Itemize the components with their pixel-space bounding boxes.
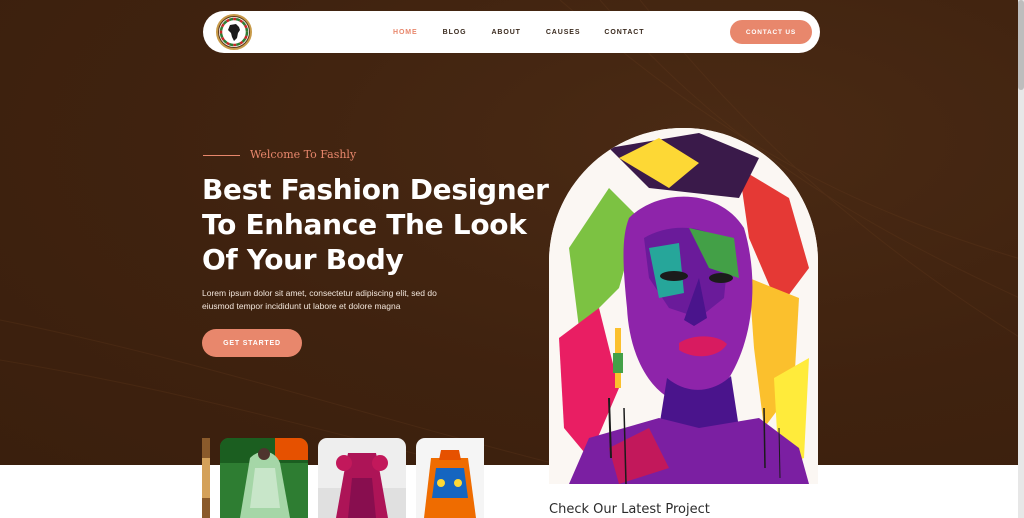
- headline-line: Best Fashion Designer: [202, 173, 549, 206]
- headline-line: To Enhance The Look: [202, 208, 527, 241]
- eyebrow-divider: [203, 155, 240, 156]
- hero-description: Lorem ipsum dolor sit amet, consectetur …: [202, 287, 462, 313]
- nav-link-home[interactable]: HOME: [393, 29, 418, 36]
- gallery-image-red-gown[interactable]: [318, 438, 406, 518]
- hero-portrait-image: [549, 128, 818, 484]
- latest-project-title: Check Our Latest Project: [549, 502, 710, 517]
- top-navigation-bar: HOME BLOG ABOUT CAUSES CONTACT CONTACT U…: [203, 11, 820, 53]
- scrollbar-thumb[interactable]: [1018, 0, 1024, 90]
- gallery-image-partial[interactable]: [202, 438, 210, 518]
- gallery-image-green-dress[interactable]: [220, 438, 308, 518]
- nav-link-contact[interactable]: CONTACT: [604, 29, 644, 36]
- africa-emblem-logo[interactable]: [216, 14, 252, 50]
- description-line: eiusmod tempor incididunt ut labore et d…: [202, 301, 401, 311]
- nav-link-causes[interactable]: CAUSES: [546, 29, 581, 36]
- get-started-button[interactable]: GET STARTED: [202, 329, 302, 357]
- nav-link-about[interactable]: ABOUT: [491, 29, 520, 36]
- nav-links: HOME BLOG ABOUT CAUSES CONTACT: [393, 11, 644, 53]
- contact-us-button[interactable]: CONTACT US: [730, 20, 812, 44]
- nav-link-blog[interactable]: BLOG: [443, 29, 467, 36]
- description-line: Lorem ipsum dolor sit amet, consectetur …: [202, 288, 437, 298]
- headline-line: Of Your Body: [202, 243, 404, 276]
- hero-eyebrow: Welcome To Fashly: [250, 148, 357, 161]
- gallery-image-orange-outfit[interactable]: [416, 438, 484, 518]
- hero-headline: Best Fashion Designer To Enhance The Loo…: [202, 172, 549, 277]
